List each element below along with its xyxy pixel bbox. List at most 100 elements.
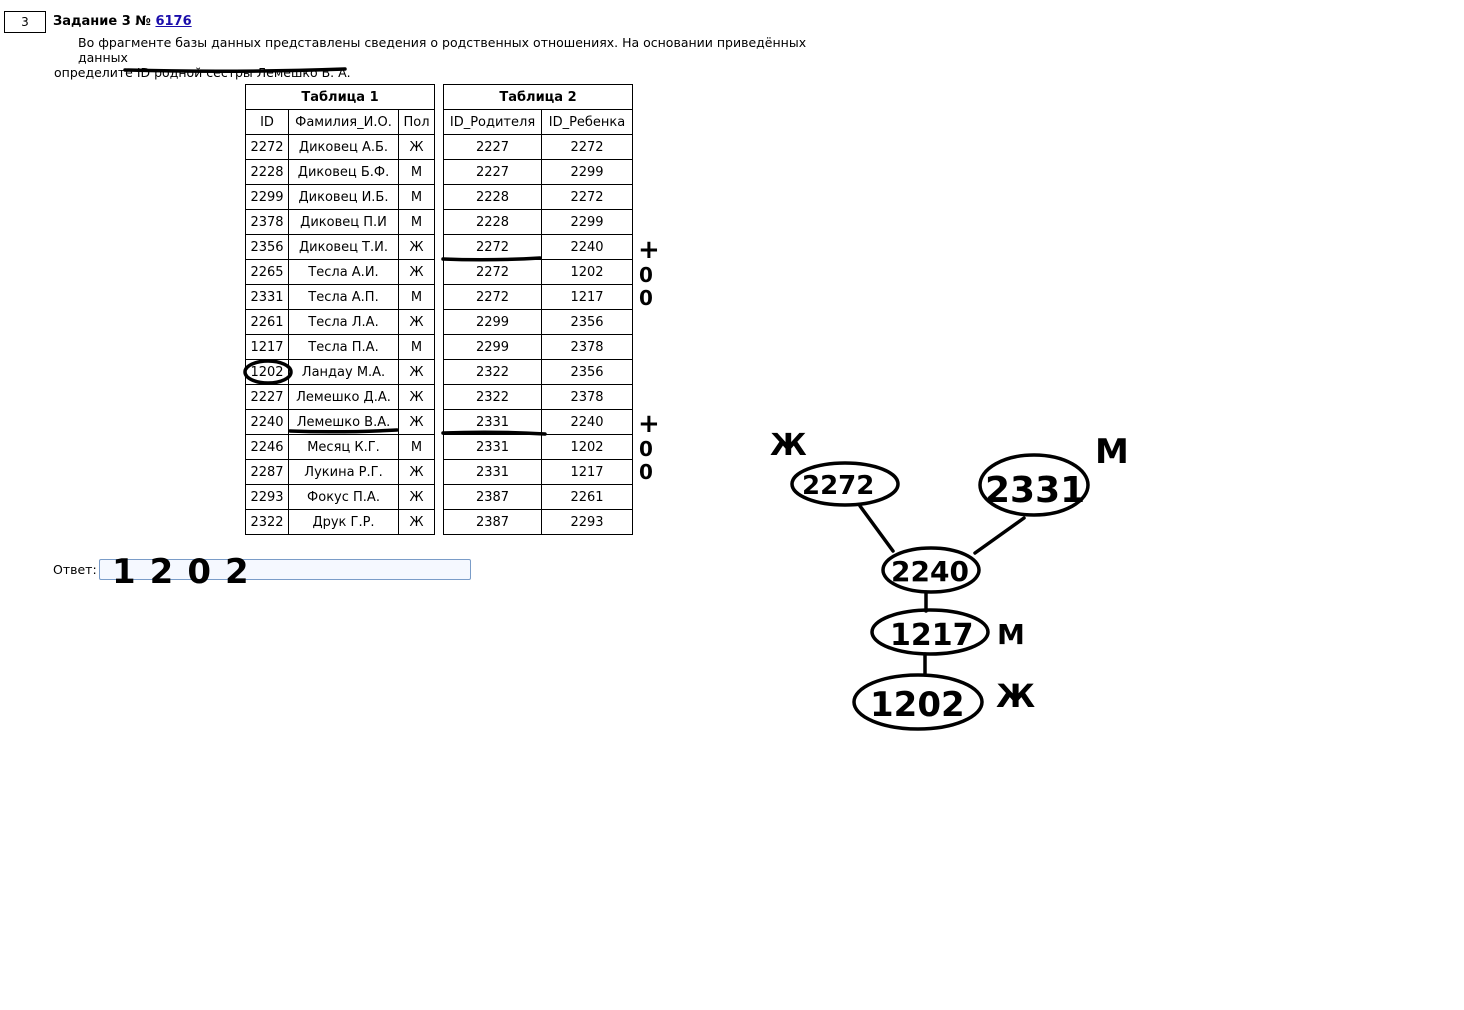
table-row: 2240 Лемешко В.А. Ж xyxy=(245,409,435,435)
table-row: 2322 2378 xyxy=(443,384,633,410)
mark-zero-1: 0 xyxy=(639,263,653,287)
table1-cell-id: 2228 xyxy=(245,159,289,185)
table2-cell-parent-id: 2227 xyxy=(443,134,542,160)
table-row: 2227 2299 xyxy=(443,159,633,185)
table1-cell-name: Лемешко Д.А. xyxy=(288,384,399,410)
table2-cell-child-id: 1202 xyxy=(541,259,633,285)
table1-cell-name: Тесла П.А. xyxy=(288,334,399,360)
table2-cell-child-id: 1217 xyxy=(541,284,633,310)
table1-cell-id: 2261 xyxy=(245,309,289,335)
table-row: 2228 2299 xyxy=(443,209,633,235)
table-1-header-name: Фамилия_И.О. xyxy=(288,109,399,135)
table1-cell-id: 1217 xyxy=(245,334,289,360)
task-title: Задание 3 № xyxy=(53,14,151,29)
table2-cell-parent-id: 2227 xyxy=(443,159,542,185)
table1-cell-name: Лемешко В.А. xyxy=(288,409,399,435)
table1-cell-name: Диковец П.И xyxy=(288,209,399,235)
table1-cell-id: 2331 xyxy=(245,284,289,310)
table1-cell-sex: М xyxy=(398,334,435,360)
table2-cell-child-id: 1202 xyxy=(541,434,633,460)
mark-zero-3: 0 xyxy=(639,437,653,461)
table2-cell-child-id: 1217 xyxy=(541,459,633,485)
task-number-box: 3 xyxy=(4,11,46,33)
table1-cell-id: 2272 xyxy=(245,134,289,160)
table1-cell-sex: М xyxy=(398,159,435,185)
mark-plus-1: + xyxy=(638,235,660,265)
table-1: Таблица 1 ID Фамилия_И.О. Пол 2272 Дикове… xyxy=(245,84,435,535)
table2-cell-parent-id: 2272 xyxy=(443,259,542,285)
table-1-title: Таблица 1 xyxy=(245,84,435,110)
table1-cell-sex: Ж xyxy=(398,359,435,385)
table1-cell-name: Диковец Т.И. xyxy=(288,234,399,260)
table-row: 2272 Диковец А.Б. Ж xyxy=(245,134,435,160)
table-2-header-child: ID_Ребенка xyxy=(541,109,633,135)
table1-cell-sex: Ж xyxy=(398,134,435,160)
table2-cell-parent-id: 2387 xyxy=(443,509,542,535)
tree-node-2331-outline xyxy=(978,453,1090,517)
table1-cell-id: 2265 xyxy=(245,259,289,285)
table1-cell-sex: Ж xyxy=(398,259,435,285)
table2-cell-child-id: 2378 xyxy=(541,384,633,410)
table2-cell-child-id: 2299 xyxy=(541,159,633,185)
table-row: 2287 Лукина Р.Г. Ж xyxy=(245,459,435,485)
table2-cell-parent-id: 2387 xyxy=(443,484,542,510)
table2-cell-parent-id: 2331 xyxy=(443,459,542,485)
table-row: 2299 Диковец И.Б. М xyxy=(245,184,435,210)
table2-cell-child-id: 2356 xyxy=(541,309,633,335)
table-row: 2293 Фокус П.А. Ж xyxy=(245,484,435,510)
table1-cell-id: 2246 xyxy=(245,434,289,460)
table-row: 2378 Диковец П.И М xyxy=(245,209,435,235)
table2-cell-parent-id: 2228 xyxy=(443,184,542,210)
tree-label-m-2: М xyxy=(997,618,1025,651)
table-2-title: Таблица 2 xyxy=(443,84,633,110)
tree-node-1202-outline xyxy=(852,673,984,731)
table-row: 2322 2356 xyxy=(443,359,633,385)
answer-input[interactable] xyxy=(99,559,471,580)
table-2-header-parent: ID_Родителя xyxy=(443,109,542,135)
table-row: 2227 Лемешко Д.А. Ж xyxy=(245,384,435,410)
table-row: 2331 1217 xyxy=(443,459,633,485)
answer-label: Ответ: xyxy=(53,562,97,577)
table1-cell-name: Ландау М.А. xyxy=(288,359,399,385)
table1-cell-sex: М xyxy=(398,284,435,310)
table2-cell-child-id: 2272 xyxy=(541,134,633,160)
table-row: 1217 Тесла П.А. М xyxy=(245,334,435,360)
table1-cell-name: Тесла А.И. xyxy=(288,259,399,285)
table-row: 2331 1202 xyxy=(443,434,633,460)
table1-cell-id: 2299 xyxy=(245,184,289,210)
table2-cell-child-id: 2378 xyxy=(541,334,633,360)
table1-cell-sex: Ж xyxy=(398,509,435,535)
table1-cell-name: Месяц К.Г. xyxy=(288,434,399,460)
table2-cell-child-id: 2293 xyxy=(541,509,633,535)
table2-cell-parent-id: 2331 xyxy=(443,409,542,435)
table2-cell-parent-id: 2272 xyxy=(443,234,542,260)
task-id-link[interactable]: 6176 xyxy=(155,14,191,29)
table2-cell-child-id: 2356 xyxy=(541,359,633,385)
table1-cell-name: Тесла А.П. xyxy=(288,284,399,310)
tree-node-2331: 2331 xyxy=(985,470,1085,511)
table1-cell-id: 2287 xyxy=(245,459,289,485)
table1-cell-id: 2293 xyxy=(245,484,289,510)
table1-cell-id: 2240 xyxy=(245,409,289,435)
table1-cell-sex: Ж xyxy=(398,234,435,260)
tree-node-2272-outline xyxy=(790,461,900,507)
tree-label-f-1: Ж xyxy=(770,428,807,463)
table-row: 2227 2272 xyxy=(443,134,633,160)
table2-cell-parent-id: 2299 xyxy=(443,334,542,360)
table-2: Таблица 2 ID_Родителя ID_Ребенка 2227 227… xyxy=(443,84,633,535)
table-row: 2387 2261 xyxy=(443,484,633,510)
task-header: Задание 3 № 6176 xyxy=(53,14,192,29)
table1-cell-id: 2227 xyxy=(245,384,289,410)
table-row: 2331 2240 xyxy=(443,409,633,435)
table-row: 2272 1202 xyxy=(443,259,633,285)
table2-cell-child-id: 2261 xyxy=(541,484,633,510)
table2-cell-child-id: 2299 xyxy=(541,209,633,235)
table-row: 2265 Тесла А.И. Ж xyxy=(245,259,435,285)
table-row: 2299 2378 xyxy=(443,334,633,360)
table1-cell-sex: М xyxy=(398,184,435,210)
tree-node-2240-outline xyxy=(881,546,981,594)
table-row: 2299 2356 xyxy=(443,309,633,335)
table2-cell-parent-id: 2322 xyxy=(443,384,542,410)
tree-node-1217-outline xyxy=(870,608,990,656)
table-1-header-sex: Пол xyxy=(398,109,435,135)
